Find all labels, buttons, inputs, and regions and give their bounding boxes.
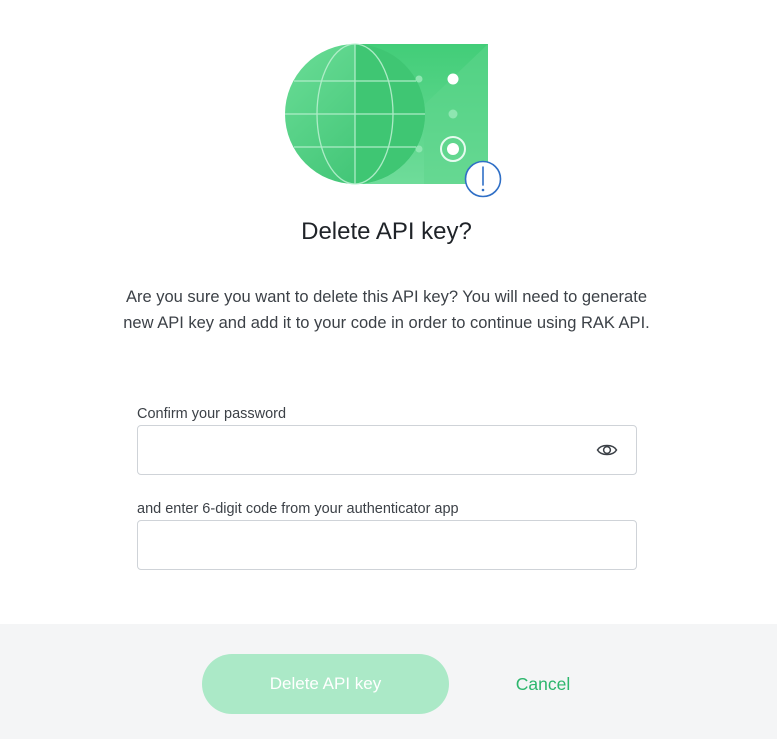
cancel-button[interactable]: Cancel xyxy=(497,671,589,697)
delete-api-key-dialog: Delete API key? Are you sure you want to… xyxy=(0,0,777,739)
password-field-box xyxy=(137,425,637,475)
auth-code-input[interactable] xyxy=(138,521,636,569)
globe-api-card-illustration xyxy=(285,43,502,198)
password-field-label: Confirm your password xyxy=(137,406,287,422)
dialog-message: Are you sure you want to delete this API… xyxy=(123,288,650,332)
exclamation-icon xyxy=(464,160,502,198)
delete-api-key-button[interactable]: Delete API key xyxy=(202,654,449,714)
auth-code-field-label: and enter 6-digit code from your authent… xyxy=(137,501,459,517)
dialog-footer: Delete API key Cancel xyxy=(0,624,777,739)
password-input[interactable] xyxy=(138,426,636,474)
auth-code-field-box xyxy=(137,520,637,570)
eye-icon[interactable] xyxy=(596,440,618,460)
dialog-title: Delete API key? xyxy=(301,218,472,245)
